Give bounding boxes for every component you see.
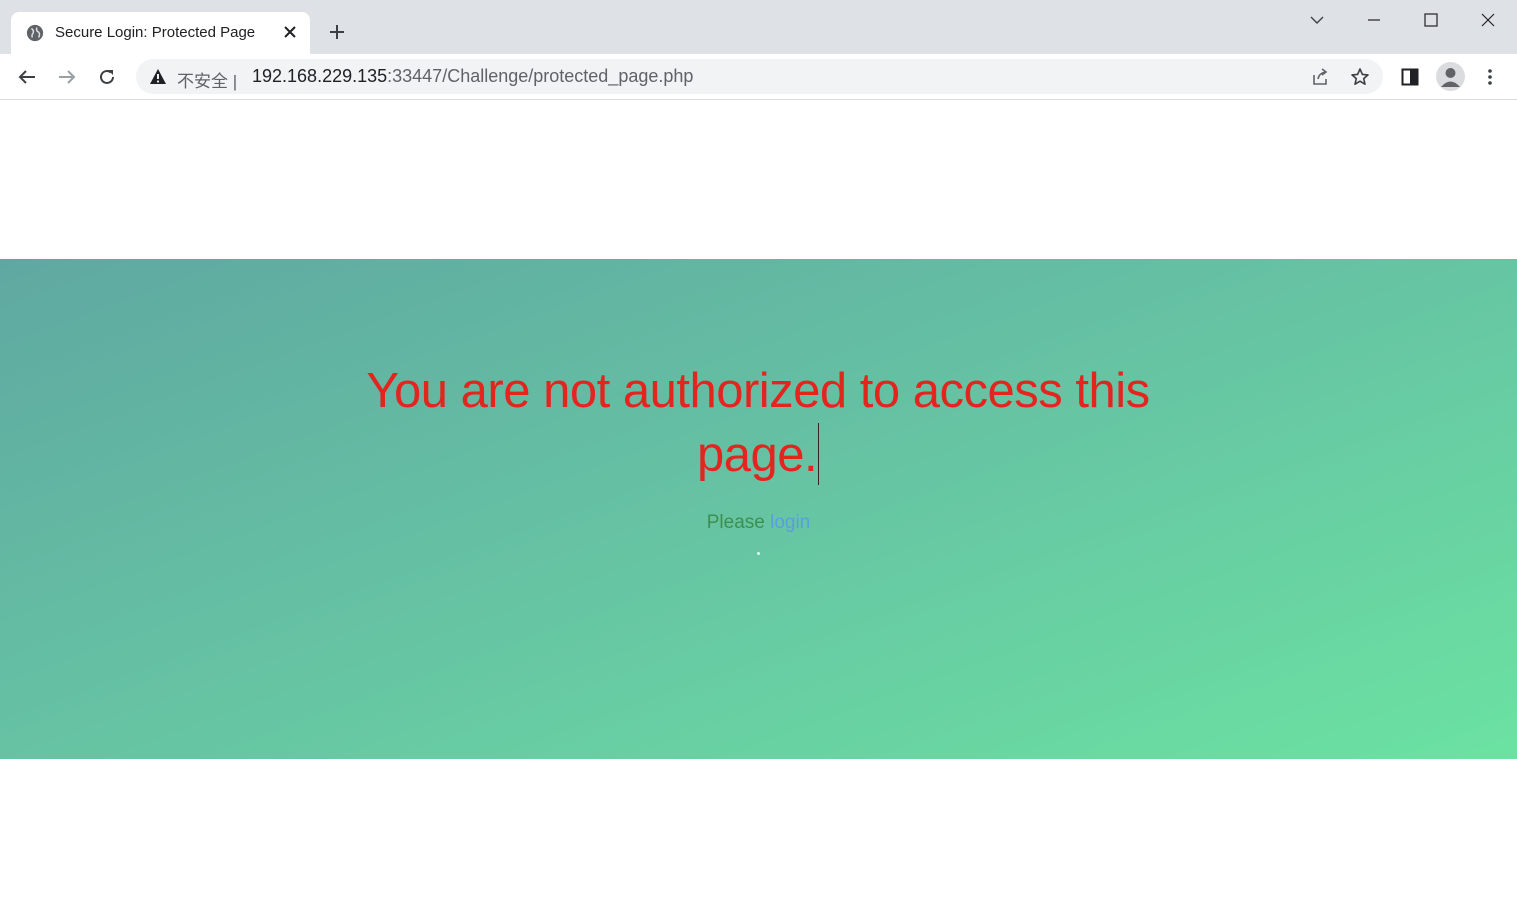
more-vertical-icon — [1488, 69, 1492, 85]
arrow-left-icon — [18, 70, 35, 84]
text-caret — [818, 423, 820, 485]
tab-title: Secure Login: Protected Page — [55, 24, 256, 41]
maximize-button[interactable] — [1417, 8, 1445, 32]
page-heading: You are not authorized to access this pa… — [358, 360, 1158, 487]
security-status[interactable]: 不安全 | — [177, 67, 237, 92]
address-bar[interactable]: 不安全 | 192.168.229.135:33447/Challenge/pr… — [136, 59, 1383, 94]
back-button[interactable] — [14, 64, 40, 90]
maximize-icon — [1424, 13, 1438, 27]
hero-banner: You are not authorized to access this pa… — [0, 259, 1517, 759]
minimize-icon — [1368, 19, 1380, 21]
browser-tab[interactable]: Secure Login: Protected Page — [11, 12, 310, 54]
url-text[interactable]: 192.168.229.135:33447/Challenge/protecte… — [252, 66, 693, 87]
reload-icon — [100, 69, 114, 84]
tab-close-icon[interactable] — [281, 23, 299, 41]
close-icon — [1481, 13, 1495, 27]
share-icon — [1313, 68, 1328, 85]
side-panel-icon — [1401, 68, 1419, 86]
arrow-right-icon — [59, 70, 76, 84]
minimize-button[interactable] — [1360, 8, 1388, 32]
globe-icon — [26, 24, 44, 42]
tab-strip: Secure Login: Protected Page — [0, 0, 1517, 54]
login-prompt: Please login — [0, 512, 1517, 534]
star-icon — [1351, 68, 1369, 85]
bookmark-button[interactable] — [1350, 67, 1370, 87]
prompt-text: Please — [706, 512, 771, 533]
url-host: 192.168.229.135 — [252, 66, 388, 86]
person-icon — [1441, 68, 1460, 87]
share-button[interactable] — [1310, 67, 1330, 87]
side-panel-button[interactable] — [1398, 65, 1422, 89]
heading-text: You are not authorized to access this pa… — [366, 364, 1150, 482]
window-close-button[interactable] — [1474, 8, 1502, 32]
new-tab-button[interactable] — [326, 21, 348, 43]
warning-icon[interactable] — [149, 68, 167, 86]
forward-button[interactable] — [54, 64, 80, 90]
url-path: :33447/Challenge/protected_page.php — [387, 66, 694, 86]
tab-search-button[interactable] — [1303, 8, 1331, 32]
reload-button[interactable] — [94, 64, 120, 90]
profile-avatar[interactable] — [1436, 62, 1465, 91]
login-link[interactable]: login — [770, 512, 810, 533]
browser-menu-button[interactable] — [1478, 65, 1502, 89]
decorative-dot — [757, 552, 760, 555]
plus-icon — [330, 25, 344, 39]
chevron-down-icon — [1310, 16, 1324, 24]
browser-toolbar: 不安全 | 192.168.229.135:33447/Challenge/pr… — [0, 54, 1517, 100]
